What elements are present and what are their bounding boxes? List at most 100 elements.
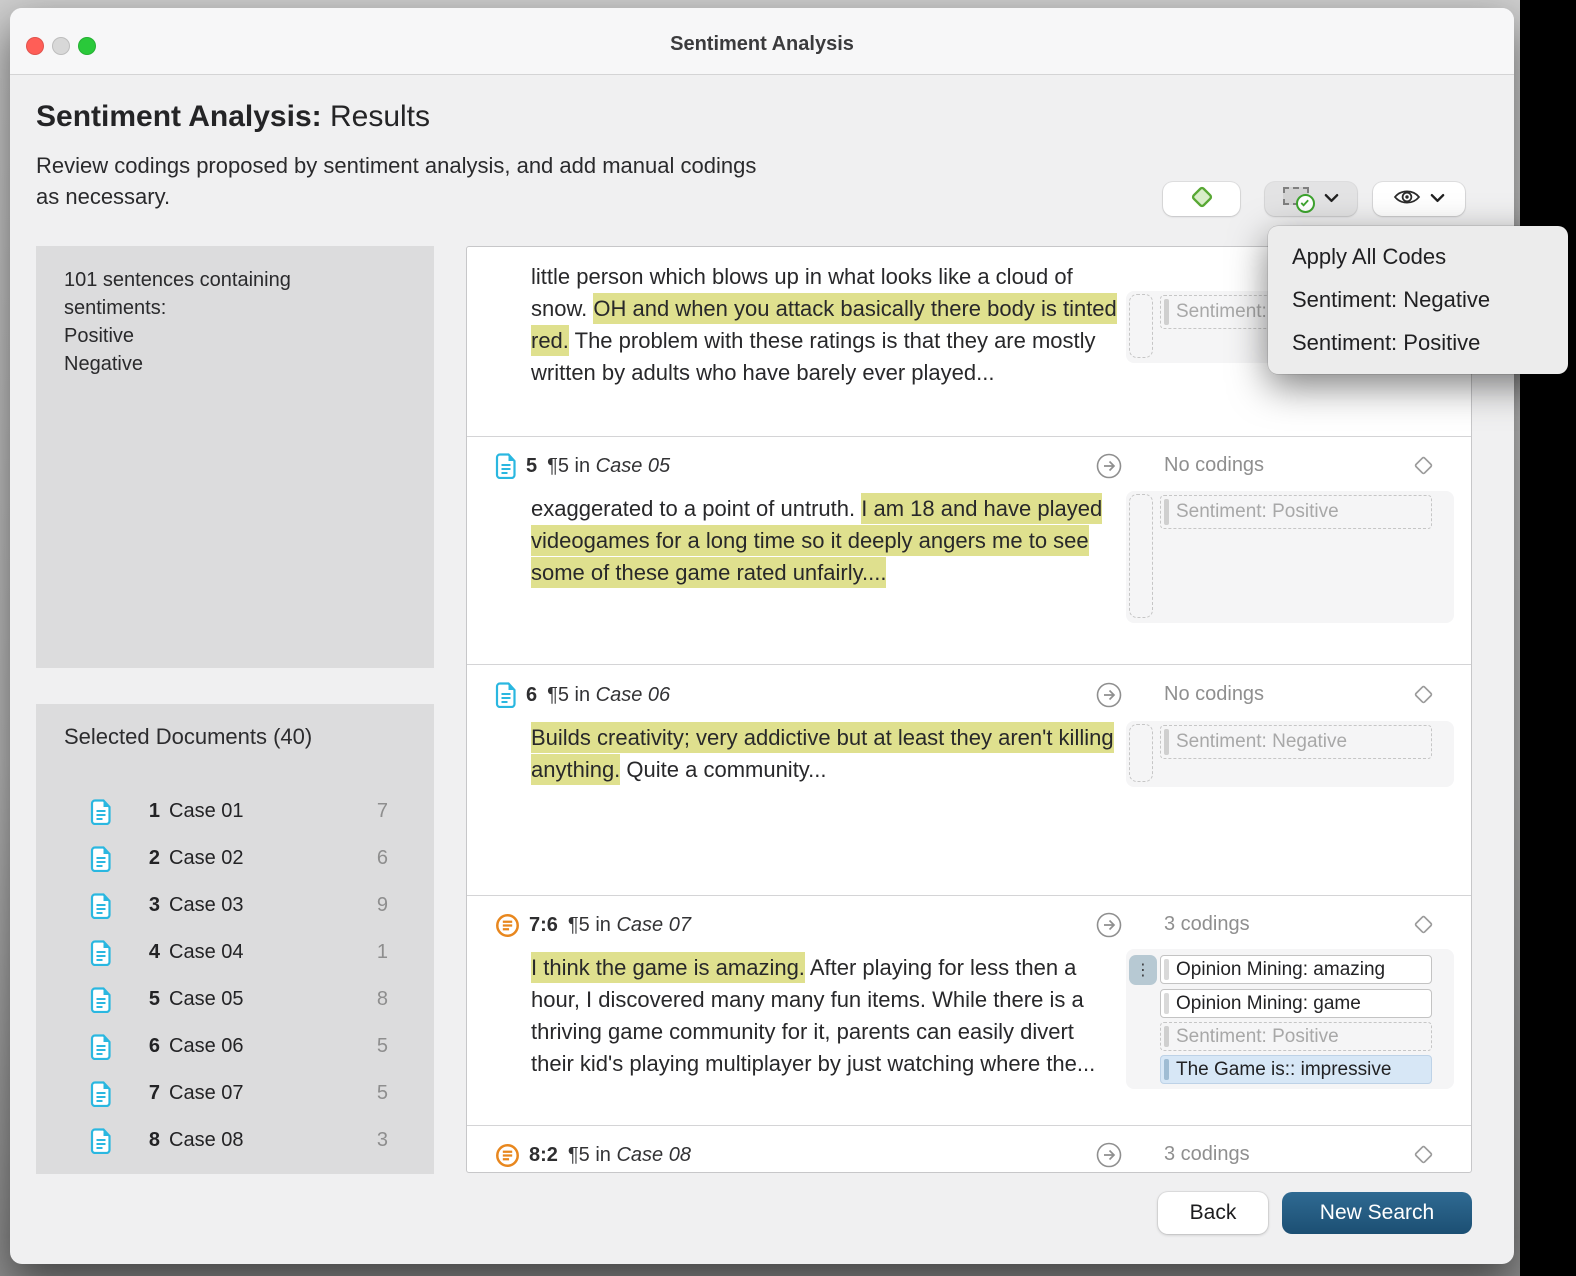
document-number: 6 [146, 1035, 160, 1058]
menu-item-sentiment-negative[interactable]: Sentiment: Negative [1268, 278, 1568, 321]
apply-code-strip[interactable] [1129, 494, 1153, 618]
codings-area: ⋮Opinion Mining: amazing Opinion Mining: … [1126, 949, 1454, 1089]
document-icon [90, 987, 112, 1013]
document-sentence-count: 5 [377, 1035, 388, 1058]
document-name: Case 03 [169, 894, 244, 917]
document-name: Case 01 [169, 800, 244, 823]
code-color-bar [1164, 959, 1169, 980]
green-diamond-icon [1188, 183, 1216, 216]
document-sentence-count: 7 [377, 800, 388, 823]
segment-id: 7:6 [529, 914, 558, 937]
segment-location: ¶5 in Case 08 [568, 1144, 691, 1167]
search-summary-panel: 101 sentences containing sentiments: Pos… [36, 246, 434, 668]
segment-header: 7:6¶5 in Case 07 [495, 910, 691, 940]
document-number: 8 [146, 1129, 160, 1152]
chevron-down-icon [1430, 190, 1445, 208]
code-color-bar [1164, 729, 1169, 755]
selected-documents-title: Selected Documents (40) [64, 724, 312, 750]
document-row[interactable]: 3 Case 03 9 [36, 882, 434, 929]
document-row[interactable]: 1Case 017 [36, 788, 434, 835]
segment-header: 8:2 ¶5 in Case 08 [495, 1140, 691, 1170]
autocode-diamond-icon[interactable] [1411, 1142, 1436, 1167]
results-list[interactable]: little person which blows up in what loo… [466, 246, 1472, 1173]
apply-code-strip[interactable] [1129, 724, 1153, 782]
apply-code-strip[interactable] [1129, 294, 1153, 358]
search-summary-text: 101 sentences containing sentiments: Pos… [64, 266, 394, 378]
coded-segment-check-icon [1283, 186, 1315, 213]
codings-count-label: 3 codings [1164, 1143, 1250, 1166]
document-row[interactable]: 4Case 041 [36, 929, 434, 976]
document-icon [90, 846, 112, 872]
result-segment: 8:2 ¶5 in Case 08 3 codings [467, 1125, 1471, 1173]
segment-id: 8:2 [529, 1144, 558, 1167]
document-icon [90, 1128, 112, 1154]
segment-text: Builds creativity; very addictive but at… [531, 722, 1119, 786]
goto-source-icon[interactable] [1096, 912, 1122, 938]
coding-box[interactable]: Opinion Mining: game [1160, 989, 1432, 1018]
codings-area: Sentiment: Positive [1126, 491, 1454, 623]
document-row[interactable]: 7 Case 07 5 [36, 1070, 434, 1117]
selected-documents-panel: Selected Documents (40) 1 Case 01 7 2 Case 0… [36, 704, 434, 1174]
document-number: 3 [146, 894, 160, 917]
zoom-window-button[interactable] [78, 37, 96, 55]
document-sentence-count: 5 [377, 1082, 388, 1105]
result-segment: 5¶5 in Case 05No codingsexaggerated to a… [467, 436, 1471, 665]
segment-location: ¶5 in Case 06 [547, 684, 670, 707]
coding-box[interactable]: Opinion Mining: amazing [1160, 955, 1432, 984]
goto-source-icon[interactable] [1096, 682, 1122, 708]
codings-more-button[interactable]: ⋮ [1129, 955, 1157, 985]
segment-header: 5 ¶5 in Case 05 [495, 451, 670, 481]
result-segment: 6¶5 in Case 06No codingsBuilds creativit… [467, 664, 1471, 896]
autocode-diamond-icon[interactable] [1411, 912, 1436, 937]
document-row[interactable]: 5Case 058 [36, 976, 434, 1023]
menu-item-sentiment-positive[interactable]: Sentiment: Positive [1268, 321, 1568, 364]
chevron-down-icon [1324, 190, 1339, 208]
suggested-code-box[interactable]: Sentiment: Positive [1160, 495, 1432, 529]
minimize-window-button[interactable] [52, 37, 70, 55]
autocode-diamond-icon[interactable] [1411, 453, 1436, 478]
document-row[interactable]: 2Case 026 [36, 835, 434, 882]
document-number: 2 [146, 847, 160, 870]
codings-count-label: 3 codings [1164, 913, 1250, 936]
document-icon [90, 893, 112, 919]
menu-item-apply-all-codes[interactable]: Apply All Codes [1268, 235, 1568, 278]
document-row[interactable]: 6 Case 06 5 [36, 1023, 434, 1070]
new-search-button[interactable]: New Search [1282, 1192, 1472, 1234]
document-number: 7 [146, 1082, 160, 1105]
coding-box[interactable]: Sentiment: Positive [1160, 1022, 1432, 1051]
segment-id: 5 [526, 455, 537, 478]
autocode-diamond-icon[interactable] [1411, 682, 1436, 707]
segment-location: ¶5 in Case 05 [547, 455, 670, 478]
goto-source-icon[interactable] [1096, 453, 1122, 479]
document-sentence-count: 1 [377, 941, 388, 964]
segment-text: I think the game is amazing. After playi… [531, 952, 1119, 1080]
document-number: 4 [146, 941, 160, 964]
segment-text: little person which blows up in what loo… [531, 261, 1119, 389]
document-name: Case 07 [169, 1082, 244, 1105]
document-icon [495, 682, 517, 708]
apply-codes-button[interactable] [1265, 182, 1357, 216]
code-color-bar [1164, 1059, 1169, 1080]
sentiment-analysis-dialog: Sentiment Analysis Sentiment Analysis: R… [10, 8, 1514, 1264]
document-row[interactable]: 8Case 083 [36, 1117, 434, 1164]
view-options-button[interactable] [1373, 182, 1465, 216]
apply-codes-dropdown-menu: Apply All CodesSentiment: NegativeSentim… [1268, 226, 1568, 374]
goto-source-icon[interactable] [1096, 1142, 1122, 1168]
close-window-button[interactable] [26, 37, 44, 55]
codings-count-label: No codings [1164, 454, 1264, 477]
autocode-button[interactable] [1163, 182, 1240, 216]
window-title: Sentiment Analysis [670, 33, 854, 56]
document-sentence-count: 9 [377, 894, 388, 917]
document-name: Case 02 [169, 847, 244, 870]
document-icon [90, 1081, 112, 1107]
document-icon [495, 453, 517, 479]
highlighted-sentence: I think the game is amazing. [531, 952, 805, 983]
document-icon [90, 940, 112, 966]
coding-box[interactable]: The Game is:: impressive [1160, 1055, 1432, 1084]
segment-id: 6 [526, 684, 537, 707]
document-name: Case 06 [169, 1035, 244, 1058]
suggested-code-box[interactable]: Sentiment: Negative [1160, 725, 1432, 759]
back-button[interactable]: Back [1158, 1192, 1268, 1234]
document-sentence-count: 8 [377, 988, 388, 1011]
code-color-bar [1164, 499, 1169, 525]
